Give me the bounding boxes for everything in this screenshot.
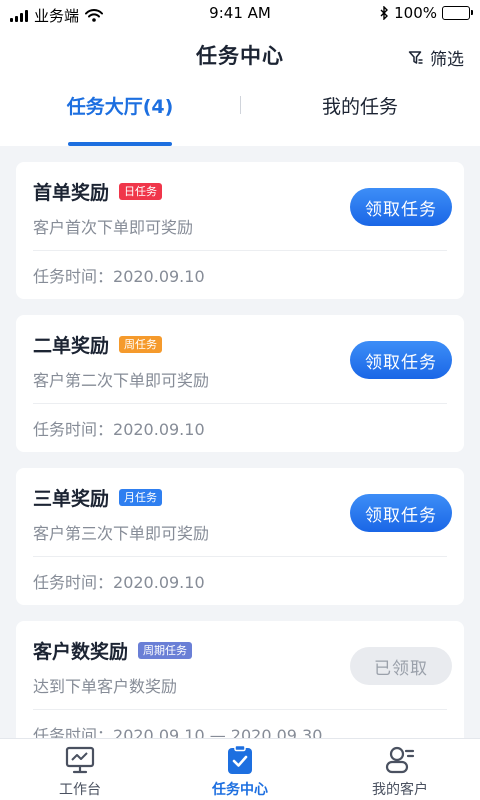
bottom-tab-bar: 工作台 任务中心 我的客户 <box>0 738 480 800</box>
task-card-first-order: 首单奖励 日任务 客户首次下单即可奖励 任务时间：2020.09.10 领取任务 <box>16 162 464 299</box>
filter-button[interactable]: 筛选 <box>408 45 464 70</box>
task-name: 首单奖励 <box>33 182 110 204</box>
task-tag-weekly: 周任务 <box>119 336 163 353</box>
task-tag-daily: 日任务 <box>119 183 163 200</box>
task-time-label: 任务时间： <box>33 267 114 286</box>
task-card-customer-count: 客户数奖励 周期任务 达到下单客户数奖励 任务时间：2020.09.10 — 2… <box>16 621 464 738</box>
task-time: 任务时间：2020.09.10 <box>33 263 205 287</box>
task-time: 任务时间：2020.09.10 — 2020.09.30 <box>33 722 322 738</box>
task-time-label: 任务时间： <box>33 726 114 738</box>
task-card-third-order: 三单奖励 月任务 客户第三次下单即可奖励 任务时间：2020.09.10 领取任… <box>16 468 464 605</box>
task-desc: 客户第三次下单即可奖励 <box>33 524 210 543</box>
task-time: 任务时间：2020.09.10 <box>33 569 205 593</box>
bluetooth-icon <box>380 6 389 20</box>
task-time-value: 2020.09.10 — 2020.09.30 <box>113 726 323 738</box>
nav-bar: 任务中心 筛选 <box>0 28 480 82</box>
card-divider <box>33 403 447 404</box>
task-name: 三单奖励 <box>33 488 110 510</box>
bottom-tab-workbench[interactable]: 工作台 <box>0 739 160 800</box>
header-area: 业务端 9:41 AM 100% 任务中心 筛选 任务大厅(4) 我的任务 <box>0 0 480 146</box>
task-time: 任务时间：2020.09.10 <box>33 416 205 440</box>
bottom-tab-label: 任务中心 <box>212 782 268 798</box>
bottom-tab-label: 我的客户 <box>372 782 428 798</box>
bottom-tab-label: 工作台 <box>59 782 101 798</box>
filter-icon <box>408 50 423 64</box>
claim-task-button[interactable]: 领取任务 <box>350 494 452 532</box>
task-name: 客户数奖励 <box>33 641 129 663</box>
battery-percent: 100% <box>394 4 437 22</box>
task-time-value: 2020.09.10 <box>113 573 205 592</box>
task-list[interactable]: 首单奖励 日任务 客户首次下单即可奖励 任务时间：2020.09.10 领取任务… <box>0 146 480 738</box>
task-title-row: 三单奖励 月任务 <box>33 484 163 511</box>
task-check-icon <box>224 745 256 775</box>
card-divider <box>33 250 447 251</box>
bottom-tab-my-customers[interactable]: 我的客户 <box>320 739 480 800</box>
tab-task-hall[interactable]: 任务大厅(4) <box>0 82 240 146</box>
task-time-label: 任务时间： <box>33 573 114 592</box>
status-right: 100% <box>380 4 473 22</box>
claim-task-button[interactable]: 领取任务 <box>350 341 452 379</box>
task-desc: 达到下单客户数奖励 <box>33 677 178 696</box>
task-time-label: 任务时间： <box>33 420 114 439</box>
tab-my-tasks[interactable]: 我的任务 <box>240 82 480 146</box>
task-title-row: 首单奖励 日任务 <box>33 178 163 205</box>
filter-label: 筛选 <box>430 50 464 70</box>
task-time-value: 2020.09.10 <box>113 267 205 286</box>
task-time-value: 2020.09.10 <box>113 420 205 439</box>
task-desc: 客户首次下单即可奖励 <box>33 218 194 237</box>
task-title-row: 二单奖励 周任务 <box>33 331 163 358</box>
claimed-button[interactable]: 已领取 <box>350 647 452 685</box>
task-tag-periodic: 周期任务 <box>138 642 193 659</box>
card-divider <box>33 556 447 557</box>
task-title-row: 客户数奖励 周期任务 <box>33 637 193 664</box>
task-card-second-order: 二单奖励 周任务 客户第二次下单即可奖励 任务时间：2020.09.10 领取任… <box>16 315 464 452</box>
status-bar: 业务端 9:41 AM 100% <box>0 0 480 28</box>
monitor-icon <box>64 745 96 775</box>
card-divider <box>33 709 447 710</box>
customer-icon <box>384 745 416 775</box>
task-desc: 客户第二次下单即可奖励 <box>33 371 210 390</box>
battery-icon <box>442 6 473 20</box>
task-name: 二单奖励 <box>33 335 110 357</box>
bottom-tab-task-center[interactable]: 任务中心 <box>160 739 320 800</box>
task-tag-monthly: 月任务 <box>119 489 163 506</box>
tab-bar: 任务大厅(4) 我的任务 <box>0 82 480 146</box>
claim-task-button[interactable]: 领取任务 <box>350 188 452 226</box>
